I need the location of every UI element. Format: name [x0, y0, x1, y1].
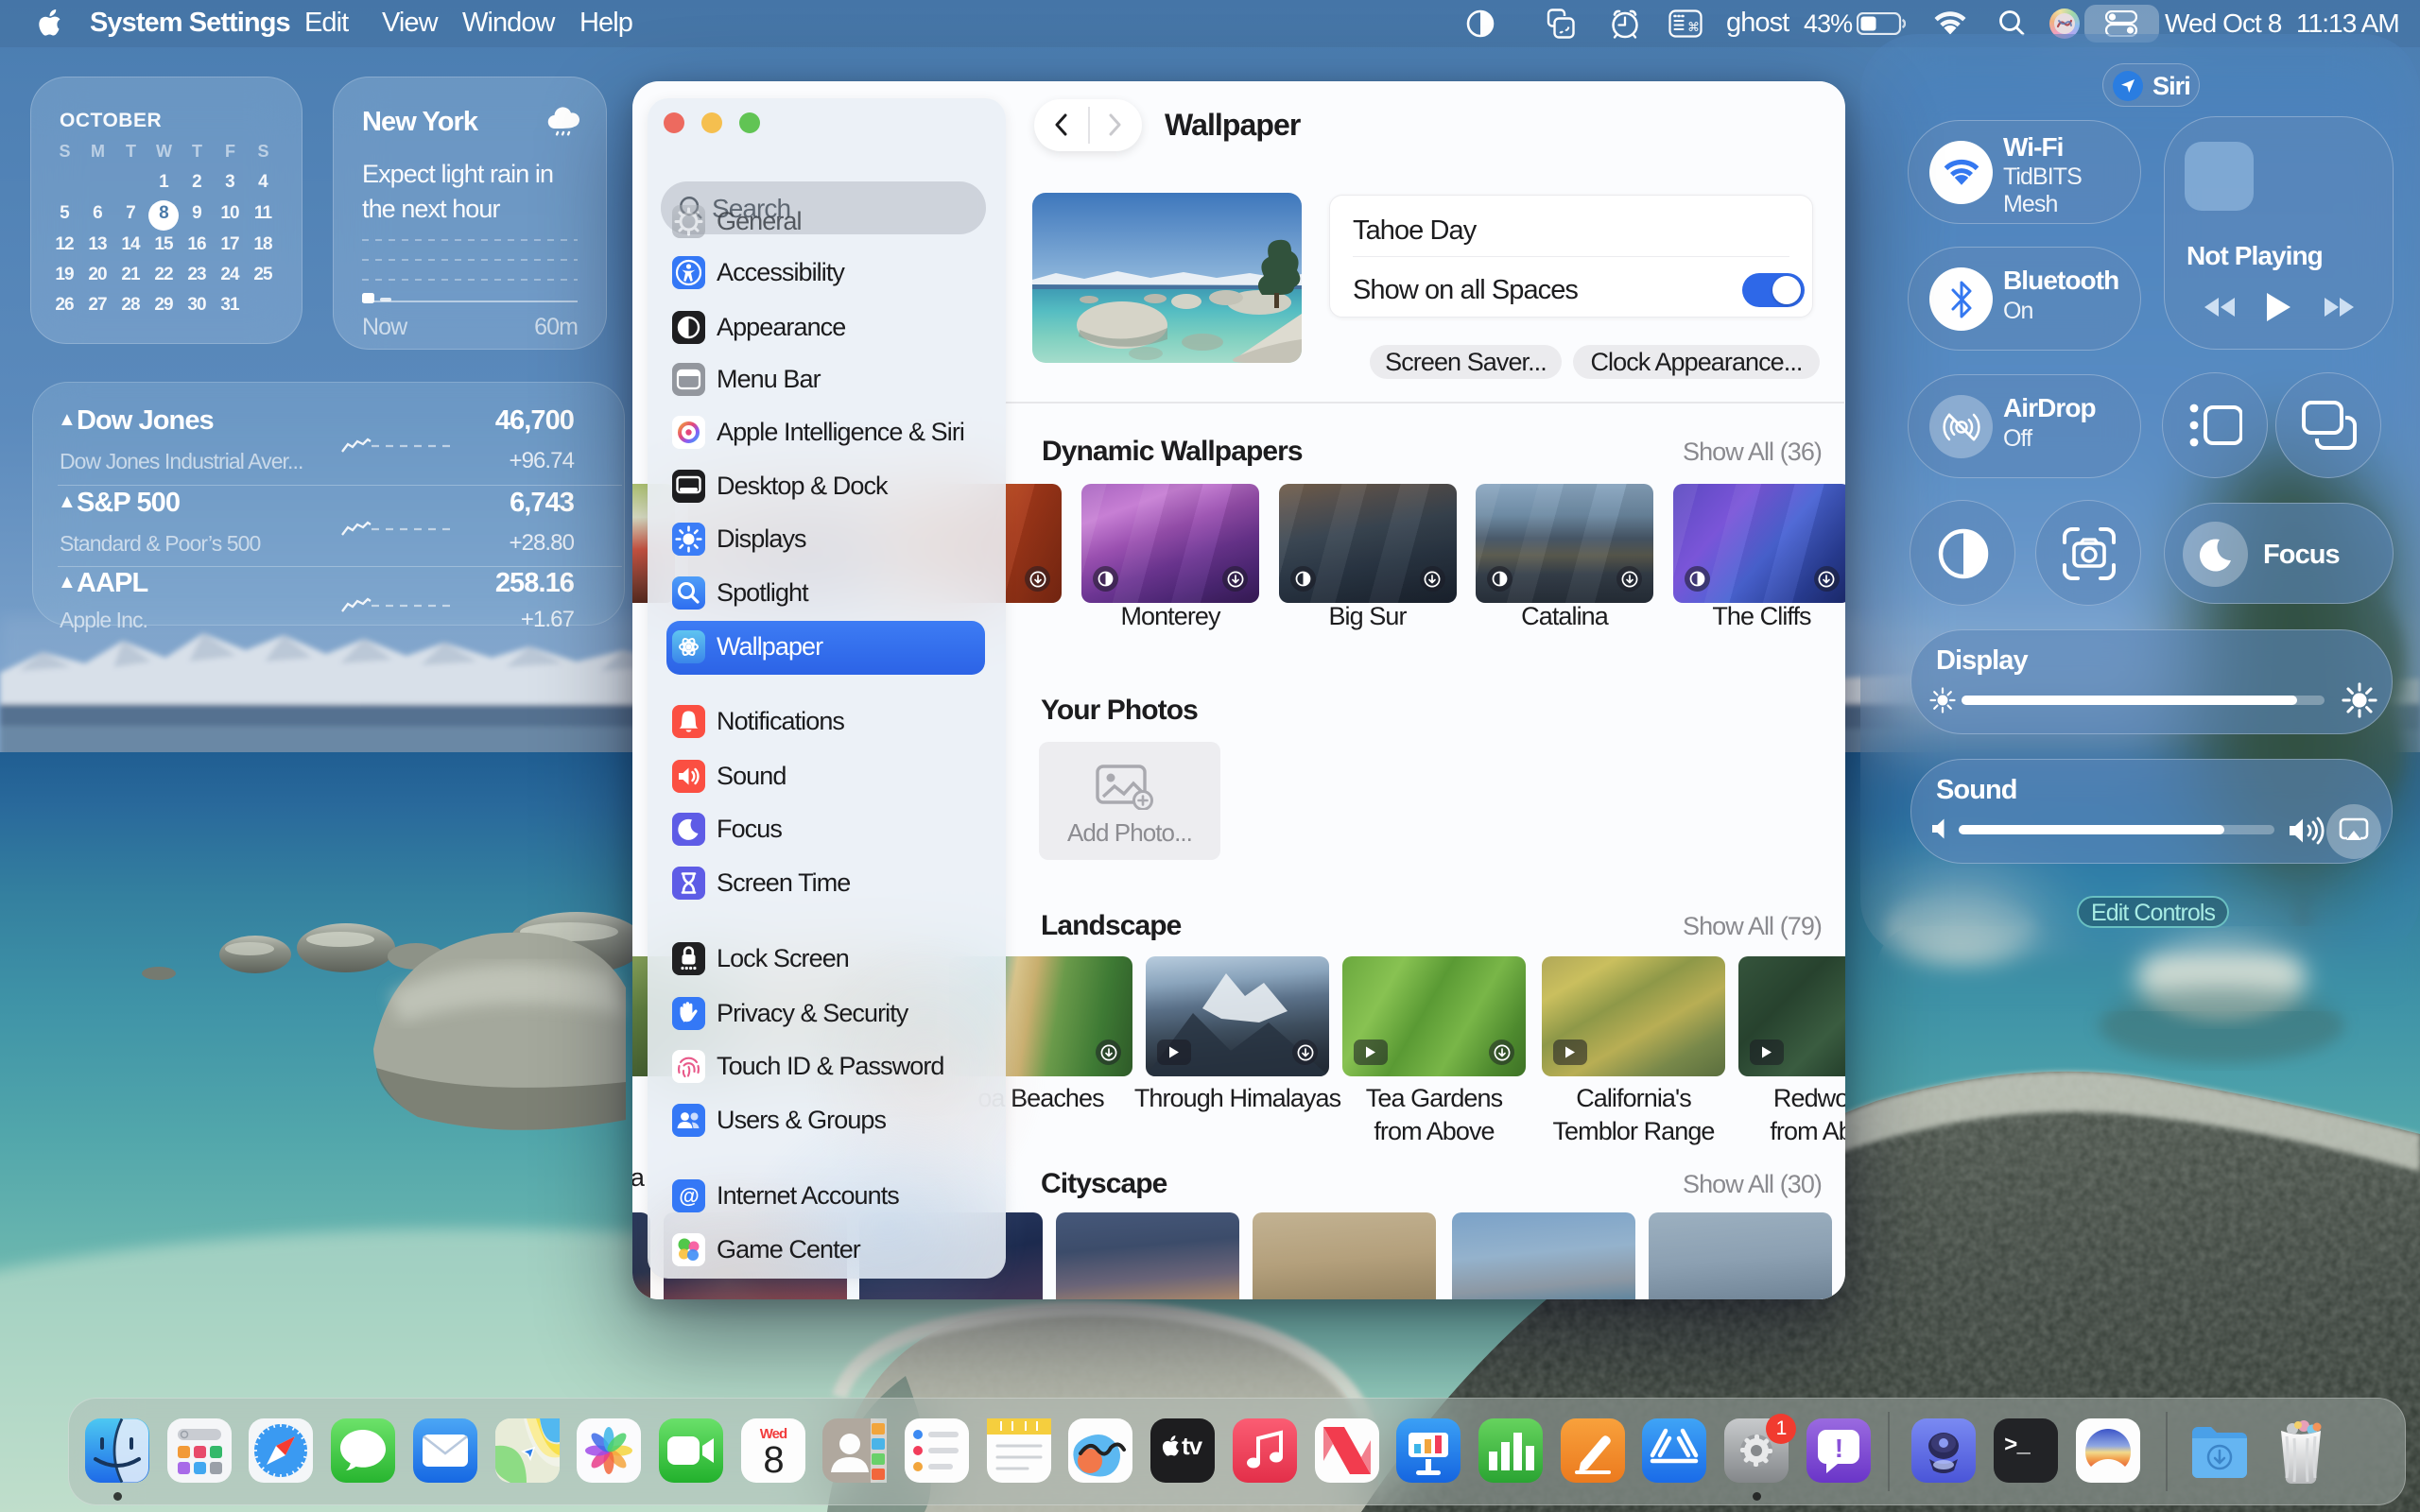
svg-text:tv: tv — [1182, 1432, 1203, 1460]
svg-text:8: 8 — [763, 1439, 783, 1481]
svg-text:@: @ — [679, 1184, 699, 1208]
svg-text:⌘: ⌘ — [1687, 20, 1699, 34]
svg-text:>_: >_ — [2004, 1434, 2031, 1459]
svg-text:!: ! — [1834, 1434, 1841, 1463]
